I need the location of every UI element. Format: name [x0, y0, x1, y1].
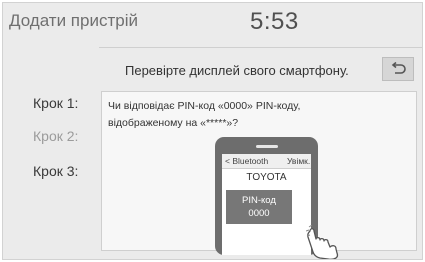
- instruction-text: Перевірте дисплей свого смартфону.: [125, 63, 349, 78]
- bluetooth-header: < Bluetooth Увімк.: [222, 154, 311, 169]
- instruction-panel: Чи відповідає PIN-код «0000» PIN-коду, в…: [101, 91, 417, 259]
- header-divider: [99, 47, 422, 48]
- pin-question-line-1: Чи відповідає PIN-код «0000» PIN-коду,: [108, 100, 301, 112]
- phone-screen: < Bluetooth Увімк. TOYOTA PIN-код 0000: [222, 154, 311, 255]
- bluetooth-back-label: < Bluetooth: [225, 156, 269, 166]
- pin-box: PIN-код 0000: [226, 190, 292, 224]
- phone-speaker: [256, 145, 278, 148]
- step-1-label: Крок 1:: [33, 95, 79, 111]
- step-3-label: Крок 3:: [33, 163, 79, 179]
- back-button[interactable]: [382, 57, 414, 81]
- smartphone-illustration: < Bluetooth Увімк. TOYOTA PIN-код 0000: [215, 137, 318, 255]
- pin-question-line-2: відображеному на «*****»?: [108, 117, 239, 129]
- step-2-label: Крок 2:: [33, 128, 79, 144]
- pin-question: Чи відповідає PIN-код «0000» PIN-коду, в…: [108, 98, 408, 132]
- pin-value: 0000: [248, 208, 270, 219]
- hand-icon: [306, 225, 339, 259]
- bluetooth-toggle-label: Увімк.: [287, 156, 311, 166]
- page-title: Додати пристрій: [9, 11, 138, 30]
- device-name: TOYOTA: [246, 172, 287, 183]
- screen: Додати пристрій 5:53 Перевірте дисплей с…: [2, 2, 423, 260]
- return-arrow-icon: [391, 62, 406, 74]
- clock: 5:53: [250, 8, 299, 35]
- pin-label: PIN-код: [242, 195, 276, 206]
